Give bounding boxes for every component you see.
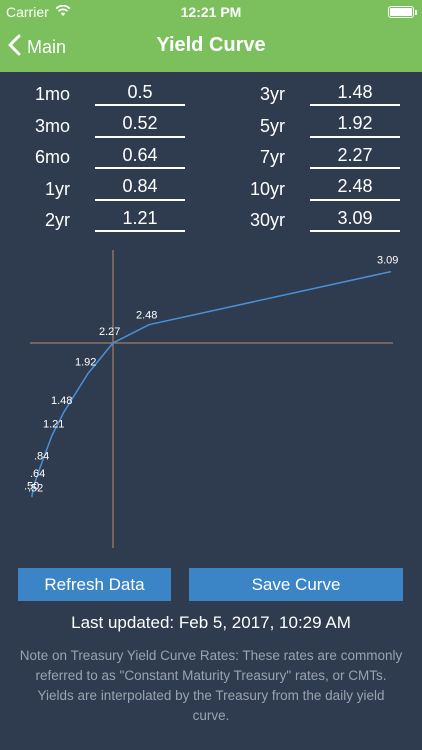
rate-label: 7yr [259,147,285,167]
nav-bar: Main Yield Curve [0,24,422,72]
treasury-note: Note on Treasury Yield Curve Rates: Thes… [19,648,403,723]
data-label-2p27: 2.27 [99,326,120,338]
rate-label: 30yr [249,210,285,230]
rate-input-1mo[interactable] [95,80,185,106]
rate-input-6mo[interactable] [95,143,185,169]
rate-row-1mo: 1mo [10,80,200,112]
rate-row-6mo: 6mo [10,143,200,175]
rate-row-1yr: 1yr [10,174,200,207]
data-label-1p92: 1.92 [75,357,96,369]
last-updated-text: Last updated: Feb 5, 2017, 10:29 AM [71,613,351,632]
data-label-p52: .52 [28,483,43,495]
rate-input-30yr[interactable] [310,206,400,232]
rate-row-5yr: 5yr [225,111,415,144]
rate-input-3yr[interactable] [310,80,400,106]
rate-input-7yr[interactable] [310,143,400,169]
rate-label: 10yr [249,178,285,199]
refresh-data-button[interactable]: Refresh Data [18,568,171,601]
rate-input-5yr[interactable] [310,111,400,138]
data-label-p64: .64 [30,468,45,480]
rate-row-2yr: 2yr [10,206,200,238]
rate-label: 1yr [44,178,70,199]
rate-label: 3mo [34,115,70,136]
data-label-1p48: 1.48 [51,395,72,407]
rate-row-7yr: 7yr [225,143,415,175]
status-bar: Carrier 12:21 PM [0,0,422,24]
rate-input-2yr[interactable] [95,206,185,232]
rate-label: 6mo [34,147,70,167]
rate-label: 5yr [259,115,285,136]
rate-row-30yr: 30yr [225,206,415,238]
rates-left-column: 1mo 3mo 6mo 1yr 2yr [10,80,200,238]
rate-input-10yr[interactable] [310,174,400,201]
rate-label: 2yr [44,210,70,230]
yield-curve-screen: Carrier 12:21 PM Main Yield Curve 1mo 0.… [0,0,422,750]
yield-curve-line [31,270,392,498]
rate-input-3mo[interactable] [95,111,185,138]
rate-label: 1mo [34,84,70,104]
data-label-p84: .84 [34,451,49,463]
status-time: 12:21 PM [180,4,242,20]
rates-right-column: 3yr 5yr 7yr 10yr 30yr [225,80,415,238]
save-curve-button[interactable]: Save Curve [189,568,403,601]
rate-input-1yr[interactable] [95,174,185,201]
rate-row-10yr: 10yr [225,174,415,207]
page-title: Yield Curve [156,34,266,56]
rates-panel: 1mo 3mo 6mo 1yr 2yr 3yr [0,72,422,240]
rate-row-3yr: 3yr [225,80,415,112]
rate-row-3mo: 3mo [10,111,200,144]
data-label-3p09: 3.09 [377,255,398,267]
yield-curve-chart[interactable]: .50.52.64.84 1.21 1.48 1.92 2.27 2.48 3.09 [0,250,422,555]
header: Carrier 12:21 PM Main Yield Curve [0,0,422,72]
battery-icon [388,6,417,18]
data-label-1p21: 1.21 [43,418,64,430]
yield-curve-svg[interactable]: .50.52.64.841.211.481.922.272.483.09 [0,250,422,555]
rate-label: 3yr [259,84,285,104]
data-label-2p48: 2.48 [136,310,157,322]
